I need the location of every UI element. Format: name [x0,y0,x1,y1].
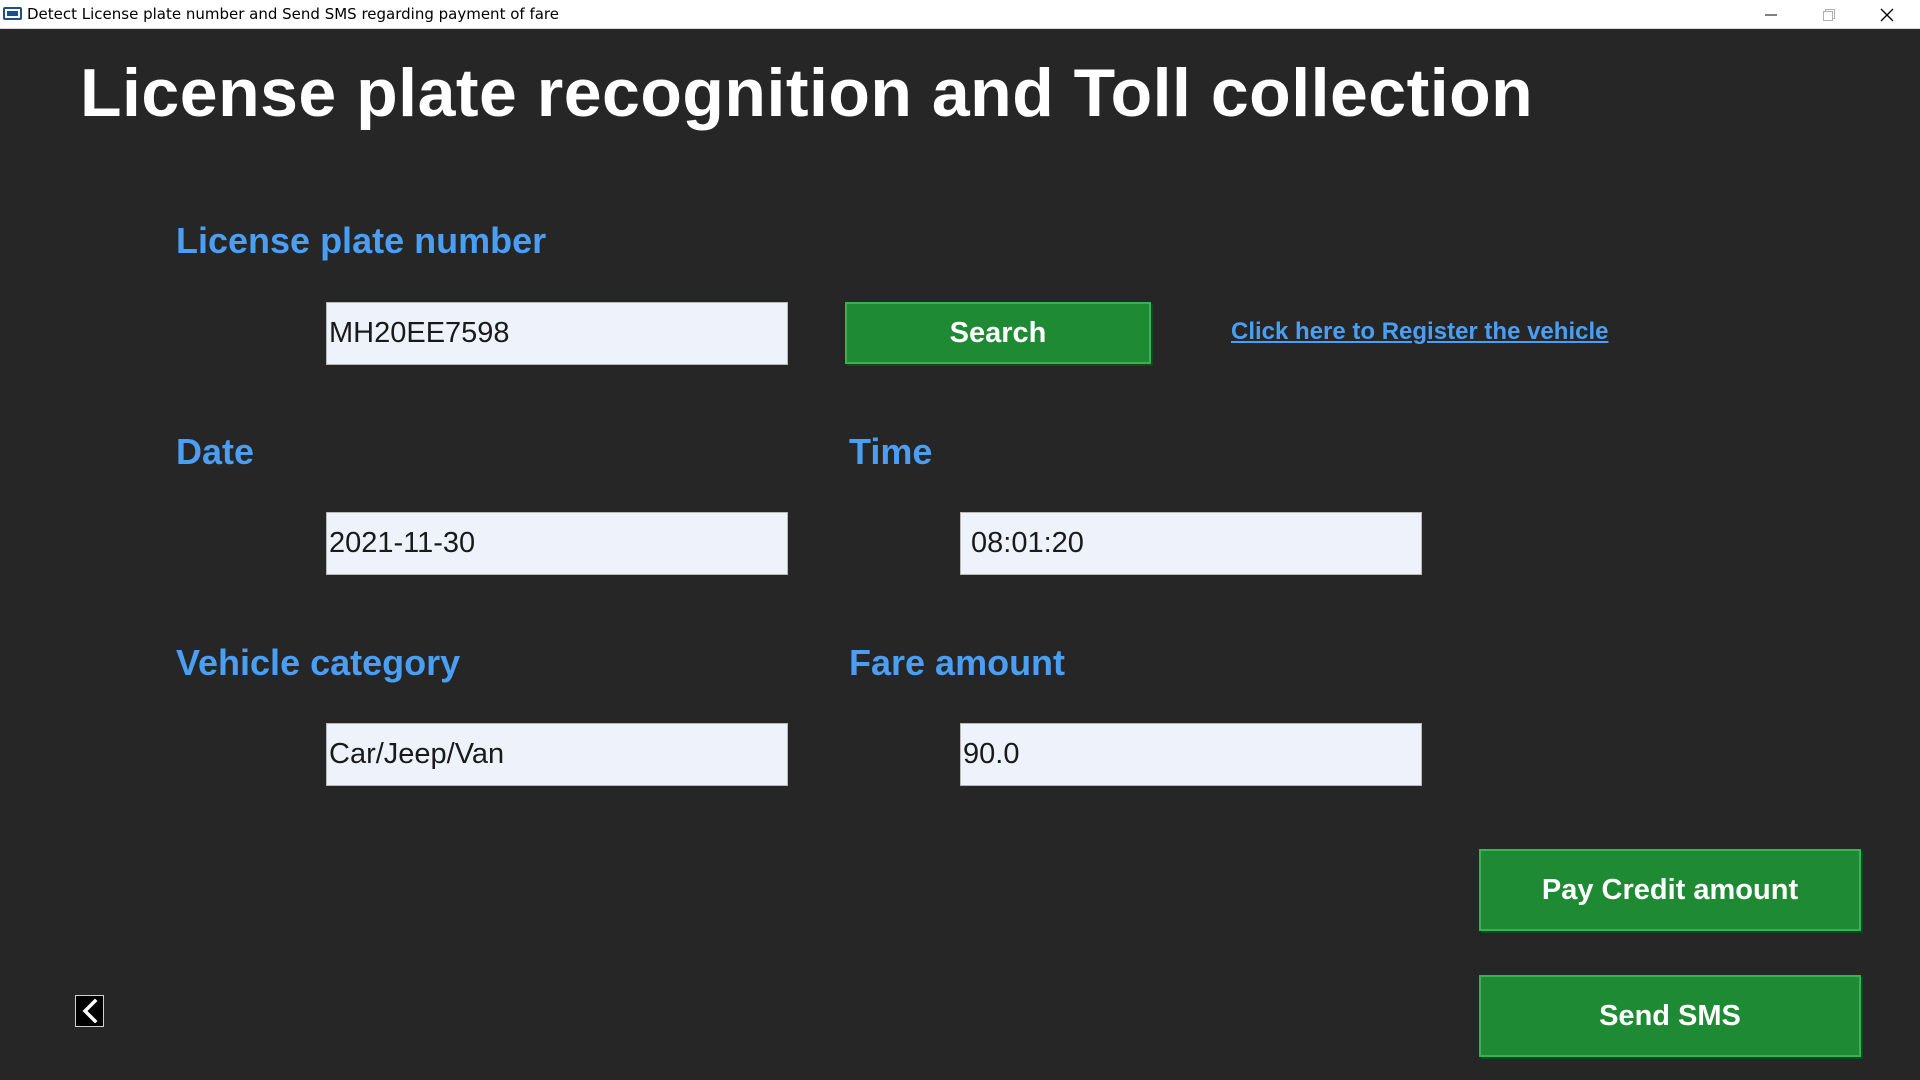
back-button[interactable] [75,995,104,1027]
vehicle-category-input[interactable] [326,723,788,786]
time-label: Time [849,431,933,472]
send-sms-button[interactable]: Send SMS [1479,975,1861,1057]
maximize-button[interactable] [1800,0,1858,29]
minimize-button[interactable] [1742,0,1800,29]
plate-label: License plate number [176,220,547,261]
minimize-icon [1765,14,1777,15]
title-bar: Detect License plate number and Send SMS… [0,0,1920,29]
search-button[interactable]: Search [845,302,1151,364]
window-title: Detect License plate number and Send SMS… [27,5,559,23]
fare-amount-input[interactable] [960,723,1422,786]
close-icon [1880,8,1894,21]
date-input[interactable] [326,512,788,575]
app-window: Detect License plate number and Send SMS… [0,0,1920,1080]
license-plate-app-icon [3,7,22,20]
date-label: Date [176,431,255,472]
plate-number-input[interactable] [326,302,788,365]
register-vehicle-link[interactable]: Click here to Register the vehicle [1231,318,1608,346]
close-button[interactable] [1858,0,1916,29]
time-input[interactable] [960,512,1422,575]
page-title: License plate recognition and Toll colle… [80,55,1534,131]
maximize-icon [1823,8,1835,21]
vehicle-category-label: Vehicle category [176,642,461,683]
chevron-left-icon [82,999,97,1023]
fare-amount-label: Fare amount [849,642,1066,683]
pay-credit-button[interactable]: Pay Credit amount [1479,849,1861,931]
